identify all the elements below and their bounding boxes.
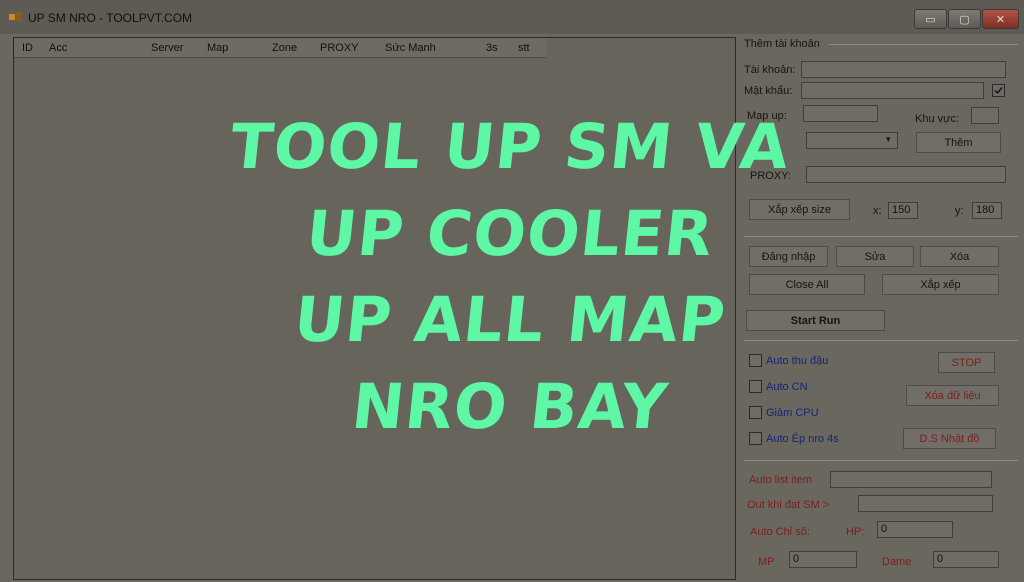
grid-header: ID Acc Server Map Zone PROXY Sức Mạnh 3s… [14, 38, 546, 58]
stop-button[interactable]: STOP [938, 352, 995, 373]
diary-button[interactable]: D.S Nhật đồ [903, 428, 996, 449]
clear-data-button[interactable]: Xóa dữ liệu [906, 385, 999, 406]
col-map[interactable]: Map [207, 42, 228, 54]
checkmark-icon [994, 87, 1003, 95]
maximize-button[interactable]: ▢ [948, 9, 981, 29]
close-icon: ✕ [995, 13, 1006, 26]
y-input[interactable]: 180 [972, 202, 1002, 219]
section-divider-3 [744, 460, 1018, 461]
chevron-down-icon: ▾ [886, 134, 891, 144]
minimize-icon: ▭ [925, 13, 936, 26]
hp-label: HP: [846, 526, 865, 538]
promo-line-3: UP ALL MAP [290, 283, 730, 356]
col-server[interactable]: Server [151, 42, 183, 54]
promo-line-4: NRO BAY [348, 370, 672, 443]
close-button[interactable]: ✕ [982, 9, 1019, 29]
add-button[interactable]: Thêm [916, 132, 1001, 153]
col-zone[interactable]: Zone [272, 42, 297, 54]
col-acc[interactable]: Acc [49, 42, 67, 54]
window-title: UP SM NRO - TOOLPVT.COM [28, 11, 193, 25]
hp-input[interactable]: 0 [877, 521, 953, 538]
group-divider [828, 44, 1018, 45]
mp-input[interactable]: 0 [789, 551, 857, 568]
promo-line-2: UP COOLER [302, 197, 718, 270]
out-label: Out khi đạt SM > [747, 499, 830, 511]
col-3s[interactable]: 3s [486, 42, 498, 54]
dame-input[interactable]: 0 [933, 551, 999, 568]
arrange-button[interactable]: Xắp xếp [882, 274, 999, 295]
auto-list-input[interactable] [830, 471, 992, 488]
out-input[interactable] [858, 495, 993, 512]
password-input[interactable] [801, 82, 984, 99]
col-id[interactable]: ID [22, 42, 33, 54]
delete-button[interactable]: Xóa [920, 246, 999, 267]
title-bar[interactable]: UP SM NRO - TOOLPVT.COM ▭ ▢ ✕ [0, 0, 1024, 34]
dame-label: Dame [882, 556, 912, 568]
area-input[interactable] [971, 107, 999, 124]
account-input[interactable] [801, 61, 1006, 78]
promo-line-1: TOOL UP SM VA [226, 110, 794, 183]
mp-label: MP [758, 556, 775, 568]
maximize-icon: ▢ [959, 13, 970, 26]
auto-list-label: Auto list item [749, 474, 812, 486]
x-input[interactable]: 150 [888, 202, 918, 219]
auto-stat-label: Auto Chỉ số: [750, 526, 810, 538]
col-proxy[interactable]: PROXY [320, 42, 359, 54]
group-title: Thêm tài khoản [744, 38, 820, 50]
app-icon [9, 12, 22, 21]
show-password-checkbox[interactable] [992, 84, 1005, 97]
minimize-button[interactable]: ▭ [914, 9, 947, 29]
col-stt[interactable]: stt [518, 42, 530, 54]
account-label: Tài khoản: [744, 64, 796, 76]
password-label: Mật khẩu: [744, 85, 793, 97]
area-label: Khu vực: [915, 113, 960, 125]
promo-overlay: TOOL UP SM VA UP COOLER UP ALL MAP NRO B… [160, 100, 860, 460]
col-power[interactable]: Sức Mạnh [385, 42, 436, 54]
y-label: y: [955, 205, 964, 217]
x-label: x: [873, 205, 882, 217]
app-window: UP SM NRO - TOOLPVT.COM ▭ ▢ ✕ ID Acc Ser… [0, 0, 1024, 582]
